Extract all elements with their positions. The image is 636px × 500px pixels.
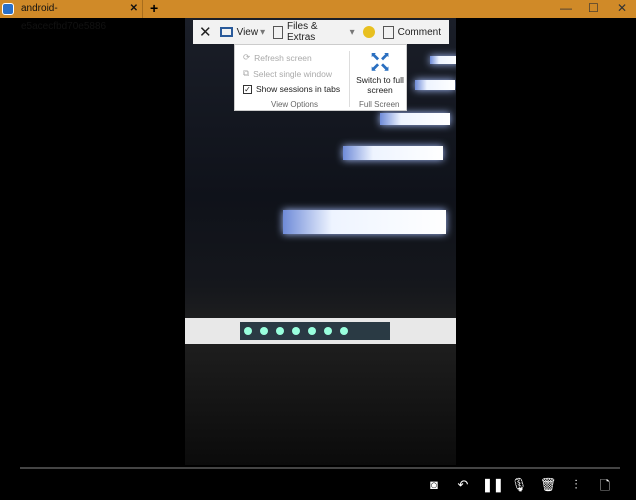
group-label-view-options: View Options [271, 100, 318, 109]
title-bar: android-e5acecfbd70e5886 ✕ + — ☐ ✕ [0, 0, 636, 32]
export-file-icon[interactable]: 🗋 [596, 477, 614, 499]
taskbar [240, 322, 390, 340]
smiley-icon [362, 26, 375, 38]
window-select-icon: ⧉ [243, 68, 250, 78]
view-menu-button[interactable]: View ▾ [219, 26, 266, 38]
monitor-icon [219, 27, 233, 37]
pencil-note-icon [382, 25, 394, 39]
file-icon [273, 25, 283, 39]
emoji-button[interactable] [362, 26, 375, 38]
teamviewer-logo-icon [2, 3, 14, 15]
session-toolbar: ✕ View ▾ Files & Extras ▾ Comment [193, 20, 449, 44]
close-window-button[interactable]: ✕ [617, 0, 627, 17]
new-tab-button[interactable]: + [150, 0, 158, 17]
checkbox-checked-icon: ✓ [243, 84, 252, 94]
refresh-screen-item[interactable]: ⟳ Refresh screen [243, 52, 312, 63]
playback-progress[interactable] [20, 467, 620, 469]
tab-title: android-e5acecfbd70e5886 [21, 3, 107, 32]
tab-session[interactable]: android-e5acecfbd70e5886 ✕ [17, 0, 143, 32]
switch-full-screen-button[interactable]: ⬉⬈ ⬋⬊ Switch to full screen [355, 49, 405, 95]
minimize-button[interactable]: — [560, 0, 572, 17]
undo-icon[interactable]: ↶ [454, 477, 472, 493]
view-dropdown: ⟳ Refresh screen ⧉ Select single window ✓ S… [234, 44, 407, 111]
pause-icon[interactable]: ❚❚ [482, 477, 504, 493]
close-toolbar-button[interactable]: ✕ [199, 23, 212, 41]
microphone-icon[interactable]: 🎙︎ [510, 477, 528, 493]
close-tab-icon[interactable]: ✕ [130, 0, 138, 18]
comment-button[interactable]: Comment [382, 25, 441, 39]
expand-arrows-icon: ⬉⬈ ⬋⬊ [369, 49, 391, 74]
refresh-icon: ⟳ [243, 52, 251, 62]
maximize-button[interactable]: ☐ [588, 0, 599, 17]
chevron-down-icon: ▾ [349, 26, 355, 38]
files-extras-button[interactable]: Files & Extras ▾ [273, 21, 355, 43]
trash-icon[interactable]: 🗑︎ [539, 477, 557, 493]
group-label-full-screen: Full Screen [359, 100, 400, 109]
select-single-window-item[interactable]: ⧉ Select single window [243, 68, 332, 79]
settings-sliders-icon[interactable]: ⫶ [567, 477, 585, 493]
chevron-down-icon: ▾ [260, 26, 266, 38]
show-sessions-in-tabs-checkbox[interactable]: ✓ Show sessions in tabs [243, 84, 340, 94]
camera-icon[interactable]: ◙ [425, 477, 443, 492]
